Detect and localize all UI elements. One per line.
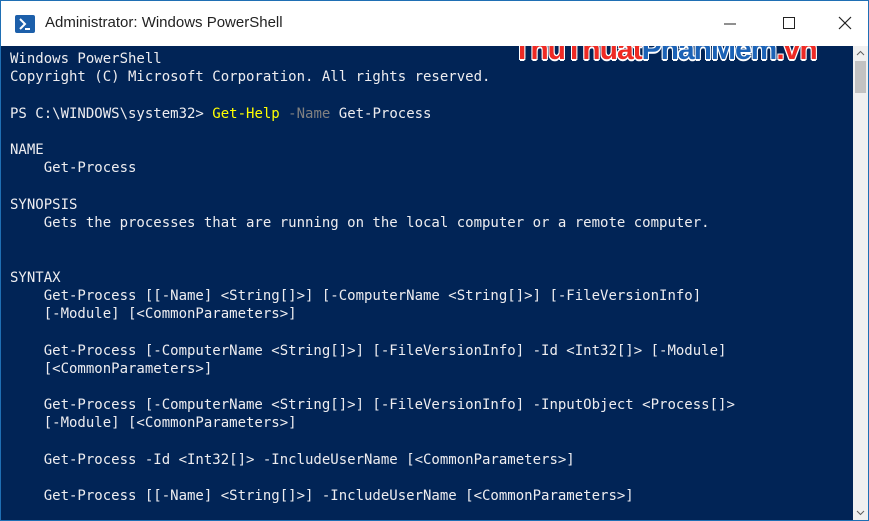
console-output[interactable]: Windows PowerShell Copyright (C) Microso… [1,46,853,520]
command-line: PS C:\WINDOWS\system32> Get-Help -Name G… [10,105,431,123]
syntax-line: Get-Process [[-Name] <String[]>] [-Compu… [10,288,702,304]
console-header-line: Windows PowerShell [10,51,162,67]
syntax-line: [-Module] [<CommonParameters>] [10,415,297,431]
syntax-line: [<CommonParameters>] [10,361,213,377]
scroll-up-button[interactable] [853,46,868,61]
chevron-down-icon [856,510,865,516]
name-heading: NAME [10,142,44,158]
watermark-part-3: .vn [776,46,817,66]
window-title: Administrator: Windows PowerShell [45,14,283,31]
scrollbar-thumb[interactable] [855,61,866,93]
syntax-line: Get-Process [-ComputerName <String[]>] [… [10,343,727,359]
console-copyright-line: Copyright (C) Microsoft Corporation. All… [10,69,491,85]
prompt-text: PS C:\WINDOWS\system32> [10,106,213,122]
minimize-icon [724,23,736,25]
command-cmdlet: Get-Help [212,106,280,122]
maximize-icon [783,17,795,29]
syntax-line: [-Module] [<CommonParameters>] [10,306,297,322]
vertical-scrollbar[interactable] [853,46,868,520]
powershell-window: Administrator: Windows PowerShell Window… [0,0,869,521]
synopsis-value: Gets the processes that are running on t… [10,215,710,231]
maximize-button[interactable] [766,1,812,46]
syntax-heading: SYNTAX [10,270,61,286]
syntax-line: Get-Process [-ComputerName <String[]>] [… [10,397,735,413]
command-parameter: -Name [288,106,331,122]
close-button[interactable] [822,1,868,46]
close-icon [838,16,852,30]
syntax-line: Get-Process [[-Name] <String[]>] -Includ… [10,488,634,504]
watermark-logo: ThuThuatPhanMem.vn [513,46,818,67]
synopsis-heading: SYNOPSIS [10,197,78,213]
syntax-line: Get-Process -Id <Int32[]> -IncludeUserNa… [10,452,575,468]
watermark-part-2: PhanMem [641,46,778,66]
minimize-button[interactable] [707,1,753,46]
name-value: Get-Process [10,160,137,176]
title-bar[interactable]: Administrator: Windows PowerShell [1,1,868,46]
scroll-down-button[interactable] [853,505,868,520]
chevron-up-icon [856,50,865,56]
command-argument: Get-Process [338,106,432,122]
watermark-part-1: ThuThuat [513,46,643,66]
powershell-icon [15,15,35,33]
